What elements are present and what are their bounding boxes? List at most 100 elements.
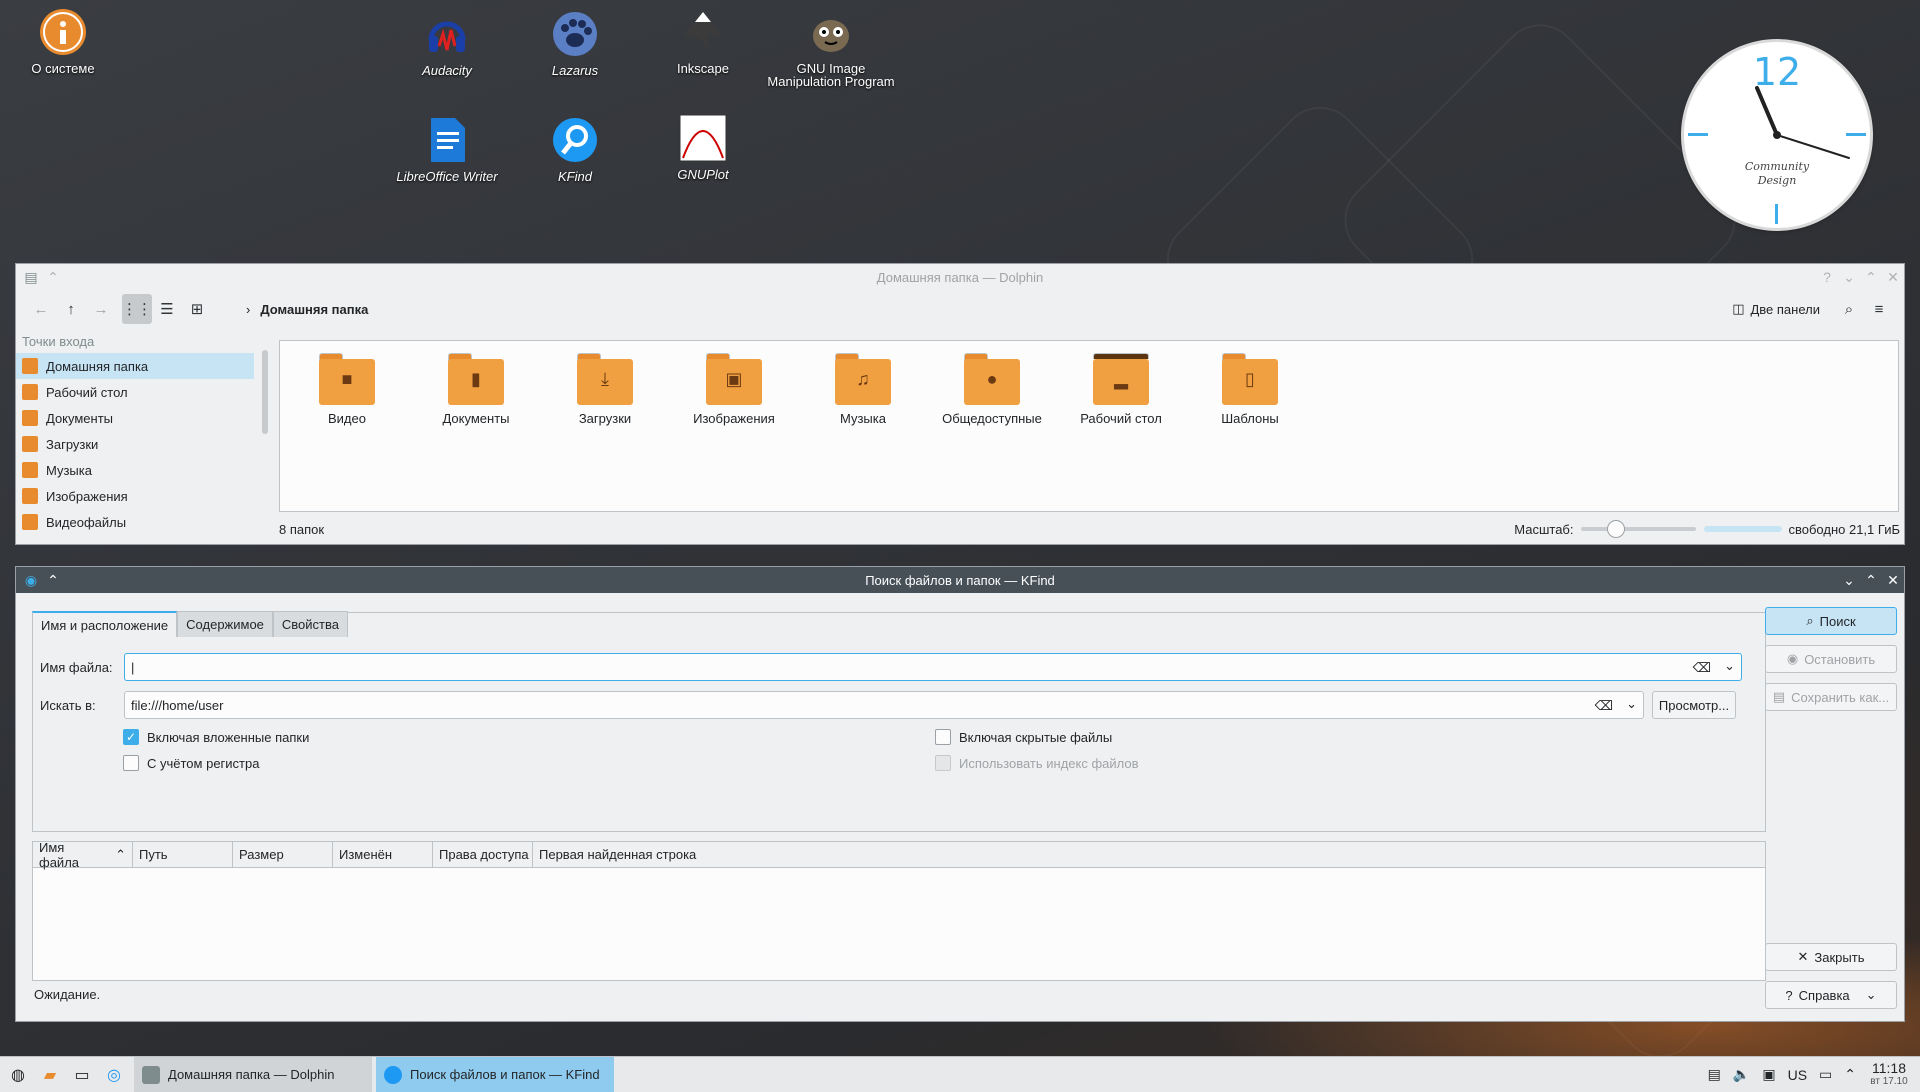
back-arrow-icon[interactable]: ← bbox=[26, 294, 56, 324]
desktop-icon-libreoffice-writer[interactable]: LibreOffice Writer bbox=[382, 114, 512, 183]
folder-label: Рабочий стол bbox=[1080, 411, 1162, 426]
analog-clock-widget[interactable]: 12 Community Design bbox=[1684, 42, 1870, 228]
check-icon[interactable]: ✓ bbox=[123, 729, 139, 745]
maximize-icon[interactable]: ⌃ bbox=[1860, 266, 1882, 288]
tray-expand-icon[interactable]: ⌃ bbox=[1844, 1066, 1856, 1083]
place-videos[interactable]: Видеофайлы bbox=[16, 509, 254, 535]
place-pictures[interactable]: Изображения bbox=[16, 483, 254, 509]
digital-clock[interactable]: 11:18 вт 17.10 bbox=[1866, 1061, 1912, 1089]
places-scrollbar[interactable] bbox=[262, 350, 268, 434]
search-icon: ⌕ bbox=[1806, 613, 1814, 628]
desktop-icon-about-system[interactable]: О системе bbox=[0, 6, 128, 75]
folder-item[interactable]: ⤓ Загрузки bbox=[541, 353, 669, 426]
minimize-icon[interactable]: ⌄ bbox=[1838, 569, 1860, 591]
hidden-files-checkbox[interactable]: Включая скрытые файлы bbox=[935, 729, 1112, 745]
chevron-down-icon[interactable]: ⌄ bbox=[1866, 987, 1877, 1003]
chevron-down-icon[interactable]: ⌄ bbox=[1724, 658, 1735, 674]
tab-name-location[interactable]: Имя и расположение bbox=[32, 611, 178, 637]
dolphin-titlebar[interactable]: ▤ ⌃ Домашняя папка — Dolphin ? ⌄ ⌃ ✕ bbox=[16, 264, 1904, 290]
breadcrumb-chevron-icon[interactable]: › bbox=[246, 302, 250, 317]
split-view-button[interactable]: Две панели bbox=[1750, 302, 1820, 317]
desktop-icon-kfind[interactable]: KFind bbox=[510, 114, 640, 183]
clear-text-icon[interactable]: ⌫ bbox=[1693, 660, 1711, 676]
desktop-icon-gnuplot[interactable]: GNUPlot bbox=[638, 112, 768, 181]
dolphin-window[interactable]: ▤ ⌃ Домашняя папка — Dolphin ? ⌄ ⌃ ✕ ← ↑… bbox=[15, 263, 1905, 545]
search-icon[interactable]: ⌕ bbox=[1834, 294, 1864, 324]
help-icon[interactable]: ? bbox=[1816, 266, 1838, 288]
place-documents[interactable]: Документы bbox=[16, 405, 254, 431]
help-button[interactable]: ? Справка ⌄ bbox=[1765, 981, 1897, 1009]
lookin-input[interactable]: file:///home/user ⌫ ⌄ bbox=[124, 691, 1644, 719]
column-header-size[interactable]: Размер bbox=[233, 842, 333, 867]
kfind-titlebar[interactable]: ◉ ⌃ Поиск файлов и папок — KFind ⌄ ⌃ ✕ bbox=[16, 567, 1904, 593]
place-music[interactable]: Музыка bbox=[16, 457, 254, 483]
folder-item[interactable]: ▯ Шаблоны bbox=[1186, 353, 1314, 426]
clock-date: вт 17.10 bbox=[1870, 1075, 1908, 1087]
file-view[interactable]: ■ Видео ▮ Документы ⤓ Загрузки ▣ Изображения… bbox=[279, 340, 1899, 512]
column-header-path[interactable]: Путь bbox=[133, 842, 233, 867]
close-icon[interactable]: ✕ bbox=[1882, 266, 1904, 288]
search-button[interactable]: ⌕ Поиск bbox=[1765, 607, 1897, 635]
desktop-icon-inkscape[interactable]: Inkscape bbox=[638, 6, 768, 75]
filename-input[interactable]: | ⌫ ⌄ bbox=[124, 653, 1742, 681]
usb-device-icon[interactable]: ▣ bbox=[1762, 1066, 1775, 1083]
tab-properties[interactable]: Свойства bbox=[272, 611, 348, 637]
folder-item[interactable]: ▮ Документы bbox=[412, 353, 540, 426]
checkbox-box[interactable] bbox=[123, 755, 139, 771]
checkbox-box[interactable] bbox=[935, 729, 951, 745]
folder-item[interactable]: ● Общедоступные bbox=[928, 353, 1056, 426]
place-downloads[interactable]: Загрузки bbox=[16, 431, 254, 457]
desktop-icon-lazarus[interactable]: Lazarus bbox=[510, 8, 640, 77]
keyboard-layout[interactable]: US bbox=[1788, 1067, 1807, 1083]
keep-above-icon[interactable]: ⌃ bbox=[42, 569, 64, 591]
desktop-icon-gimp[interactable]: GNU Image Manipulation Program bbox=[766, 6, 896, 88]
task-kfind[interactable]: Поиск файлов и папок — KFind bbox=[376, 1056, 614, 1092]
zoom-slider[interactable] bbox=[1581, 520, 1697, 538]
subfolders-checkbox[interactable]: ✓ Включая вложенные папки bbox=[123, 729, 309, 745]
column-header-filename[interactable]: Имя файла ⌃ bbox=[33, 840, 133, 870]
close-button[interactable]: ✕ Закрыть bbox=[1765, 943, 1897, 971]
browser-icon[interactable]: ◎ bbox=[98, 1059, 130, 1091]
tree-view-icon[interactable]: ⊞ bbox=[182, 294, 212, 324]
folder-item[interactable]: ▣ Изображения bbox=[670, 353, 798, 426]
task-dolphin[interactable]: Домашняя папка — Dolphin bbox=[134, 1056, 372, 1092]
kfind-app-icon[interactable]: ◉ bbox=[20, 569, 42, 591]
place-home[interactable]: Домашняя папка bbox=[16, 353, 254, 379]
lazarus-icon bbox=[549, 8, 601, 60]
show-desktop-icon[interactable]: ▭ bbox=[66, 1059, 98, 1091]
details-view-icon[interactable]: ☰ bbox=[152, 294, 182, 324]
forward-arrow-icon[interactable]: → bbox=[86, 294, 116, 324]
folder-item[interactable]: ▂ Рабочий стол bbox=[1057, 353, 1185, 426]
breadcrumb[interactable]: Домашняя папка bbox=[260, 302, 368, 317]
up-arrow-icon[interactable]: ↑ bbox=[56, 294, 86, 324]
dolphin-app-icon[interactable]: ▤ bbox=[20, 266, 42, 288]
volume-icon[interactable]: 🔈 bbox=[1733, 1066, 1750, 1083]
folder-item[interactable]: ♫ Музыка bbox=[799, 353, 927, 426]
chevron-down-icon[interactable]: ⌄ bbox=[1626, 696, 1637, 712]
place-desktop[interactable]: Рабочий стол bbox=[16, 379, 254, 405]
zoom-slider-handle[interactable] bbox=[1607, 520, 1626, 538]
clipboard-icon[interactable]: ▤ bbox=[1708, 1066, 1721, 1083]
keep-above-icon[interactable]: ⌃ bbox=[42, 266, 64, 288]
close-icon[interactable]: ✕ bbox=[1882, 569, 1904, 591]
tab-contents[interactable]: Содержимое bbox=[177, 611, 273, 637]
icons-view-icon[interactable]: ⋮⋮ bbox=[122, 294, 152, 324]
column-header-modified[interactable]: Изменён bbox=[333, 842, 433, 867]
network-icon[interactable]: ▭ bbox=[1819, 1066, 1832, 1083]
maximize-icon[interactable]: ⌃ bbox=[1860, 569, 1882, 591]
results-table[interactable]: Имя файла ⌃ Путь Размер Изменён Права дос… bbox=[32, 840, 1766, 981]
kfind-window[interactable]: ◉ ⌃ Поиск файлов и папок — KFind ⌄ ⌃ ✕ И… bbox=[15, 566, 1905, 1022]
clear-text-icon[interactable]: ⌫ bbox=[1595, 698, 1613, 714]
split-view-icon[interactable]: ◫ bbox=[1732, 301, 1744, 317]
folder-item[interactable]: ■ Видео bbox=[283, 353, 411, 426]
column-header-permissions[interactable]: Права доступа bbox=[433, 842, 533, 867]
browse-button[interactable]: Просмотр... bbox=[1652, 691, 1736, 719]
hamburger-menu-icon[interactable]: ≡ bbox=[1864, 294, 1894, 324]
desktop-icon-audacity[interactable]: Audacity bbox=[382, 8, 512, 77]
minimize-icon[interactable]: ⌄ bbox=[1838, 266, 1860, 288]
case-sensitive-checkbox[interactable]: С учётом регистра bbox=[123, 755, 259, 771]
column-header-first-match[interactable]: Первая найденная строка bbox=[533, 842, 1765, 867]
app-launcher-icon[interactable]: ◍ bbox=[2, 1059, 34, 1091]
file-manager-icon[interactable]: ▰ bbox=[34, 1059, 66, 1091]
desktop-icon-label: KFind bbox=[558, 169, 592, 184]
